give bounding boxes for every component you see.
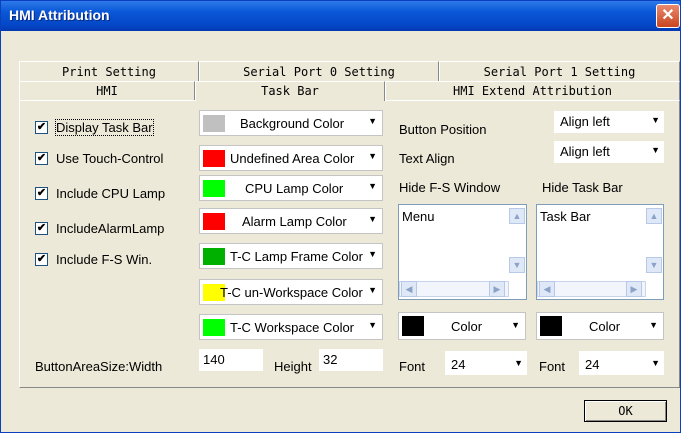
chevron-down-icon: ▼	[368, 116, 377, 126]
undefined-area-color-swatch	[203, 150, 225, 167]
chevron-down-icon: ▼	[651, 358, 660, 368]
tc-un-workspace-color-button[interactable]: T-C un-Workspace Color ▼	[199, 279, 383, 305]
tc-un-workspace-color-label: T-C un-Workspace Color	[220, 285, 363, 300]
background-color-swatch	[203, 115, 225, 132]
tc-lamp-frame-color-button[interactable]: T-C Lamp Frame Color ▼	[199, 243, 383, 269]
include-fs-win-checkbox[interactable]: ✔	[35, 253, 48, 266]
tab-print-setting[interactable]: Print Setting	[19, 61, 199, 81]
fs-window-font-value: 24	[451, 357, 466, 372]
hide-task-bar-label: Hide Task Bar	[542, 180, 623, 195]
background-color-button[interactable]: Background Color ▼	[199, 110, 383, 136]
undefined-area-color-button[interactable]: Undefined Area Color ▼	[199, 145, 383, 171]
alarm-lamp-color-swatch	[203, 213, 225, 230]
use-touch-control-checkbox[interactable]: ✔	[35, 152, 48, 165]
tc-lamp-frame-color-swatch	[203, 248, 225, 265]
display-task-bar-checkbox[interactable]: ✔	[35, 121, 48, 134]
hide-fs-window-label: Hide F-S Window	[399, 180, 501, 195]
include-cpu-lamp-label: Include CPU Lamp	[56, 186, 166, 201]
task-bar-color-button[interactable]: Color ▼	[536, 312, 664, 340]
chevron-down-icon: ▼	[368, 249, 377, 259]
text-align-label: Text Align	[399, 151, 455, 166]
list-item[interactable]: Menu	[402, 209, 435, 224]
tab-serial-port-0[interactable]: Serial Port 0 Setting	[199, 61, 439, 81]
button-area-width-value: 140	[203, 352, 225, 367]
text-align-value: Align left	[560, 144, 610, 159]
scroll-right-icon[interactable]: ▶	[626, 281, 642, 297]
cpu-lamp-color-swatch	[203, 180, 225, 197]
window-title: HMI Attribution	[9, 7, 110, 23]
button-position-value: Align left	[560, 114, 610, 129]
include-cpu-lamp-checkbox[interactable]: ✔	[35, 187, 48, 200]
button-position-label: Button Position	[399, 122, 487, 137]
scroll-down-icon[interactable]: ▼	[509, 257, 525, 273]
alarm-lamp-color-label: Alarm Lamp Color	[242, 214, 347, 229]
tab-task-bar[interactable]: Task Bar	[195, 81, 385, 101]
include-alarm-lamp-label: IncludeAlarmLamp	[56, 221, 165, 236]
title-bar: HMI Attribution ✕	[1, 1, 680, 31]
include-fs-win-label: Include F-S Win.	[56, 252, 153, 267]
display-task-bar-label: Display Task Bar	[55, 119, 154, 136]
button-area-height-input[interactable]: 32	[319, 349, 383, 371]
scroll-right-icon[interactable]: ▶	[489, 281, 505, 297]
scroll-up-icon[interactable]: ▲	[509, 208, 525, 224]
task-bar-font-label: Font	[539, 359, 566, 374]
tab-serial-port-1[interactable]: Serial Port 1 Setting	[439, 61, 680, 81]
cpu-lamp-color-button[interactable]: CPU Lamp Color ▼	[199, 175, 383, 201]
chevron-down-icon: ▼	[511, 320, 520, 330]
undefined-area-color-label: Undefined Area Color	[230, 151, 355, 166]
button-area-height-label: Height	[274, 359, 312, 374]
task-bar-color-label: Color	[589, 319, 621, 334]
ok-button[interactable]: OK	[584, 400, 667, 422]
button-position-select[interactable]: Align left ▼	[554, 111, 664, 133]
tab-hmi[interactable]: HMI	[19, 81, 195, 100]
use-touch-control-label: Use Touch-Control	[56, 151, 164, 166]
background-color-label: Background Color	[240, 116, 345, 131]
chevron-down-icon: ▼	[514, 358, 523, 368]
close-button[interactable]: ✕	[656, 4, 680, 28]
chevron-down-icon: ▼	[368, 151, 377, 161]
chevron-down-icon: ▼	[649, 320, 658, 330]
button-area-width-input[interactable]: 140	[199, 349, 263, 371]
fs-window-font-label: Font	[399, 359, 426, 374]
chevron-down-icon: ▼	[651, 145, 660, 155]
chevron-down-icon: ▼	[651, 115, 660, 125]
list-item[interactable]: Task Bar	[540, 209, 591, 224]
chevron-down-icon: ▼	[368, 214, 377, 224]
task-bar-color-swatch	[540, 316, 562, 336]
chevron-down-icon: ▼	[368, 320, 377, 330]
cpu-lamp-color-label: CPU Lamp Color	[245, 181, 344, 196]
hide-fs-window-list[interactable]: Menu ▲ ▼ ◀ ▶	[398, 204, 527, 300]
alarm-lamp-color-button[interactable]: Alarm Lamp Color ▼	[199, 208, 383, 234]
fs-window-color-button[interactable]: Color ▼	[398, 312, 526, 340]
button-area-height-value: 32	[323, 352, 338, 367]
hide-task-bar-list[interactable]: Task Bar ▲ ▼ ◀ ▶	[536, 204, 664, 300]
text-align-select[interactable]: Align left ▼	[554, 141, 664, 163]
tc-workspace-color-swatch	[203, 319, 225, 336]
tc-workspace-color-button[interactable]: T-C Workspace Color ▼	[199, 314, 383, 340]
include-alarm-lamp-checkbox[interactable]: ✔	[35, 222, 48, 235]
tab-hmi-extend-attribution[interactable]: HMI Extend Attribution	[385, 81, 680, 100]
fs-window-color-label: Color	[451, 319, 483, 334]
chevron-down-icon: ▼	[368, 181, 377, 191]
scroll-down-icon[interactable]: ▼	[646, 257, 662, 273]
scroll-up-icon[interactable]: ▲	[646, 208, 662, 224]
button-area-width-label: ButtonAreaSize:Width	[35, 359, 163, 374]
fs-window-color-swatch	[402, 316, 424, 336]
tc-lamp-frame-color-label: T-C Lamp Frame Color	[230, 249, 363, 264]
scroll-left-icon[interactable]: ◀	[539, 281, 555, 297]
task-bar-font-value: 24	[585, 357, 600, 372]
hmi-attribution-dialog: HMI Attribution ✕ Print Setting Serial P…	[0, 0, 681, 433]
chevron-down-icon: ▼	[368, 285, 377, 295]
tc-workspace-color-label: T-C Workspace Color	[230, 320, 355, 335]
task-bar-font-select[interactable]: 24 ▼	[579, 351, 664, 375]
fs-window-font-select[interactable]: 24 ▼	[445, 351, 527, 375]
scroll-left-icon[interactable]: ◀	[401, 281, 417, 297]
